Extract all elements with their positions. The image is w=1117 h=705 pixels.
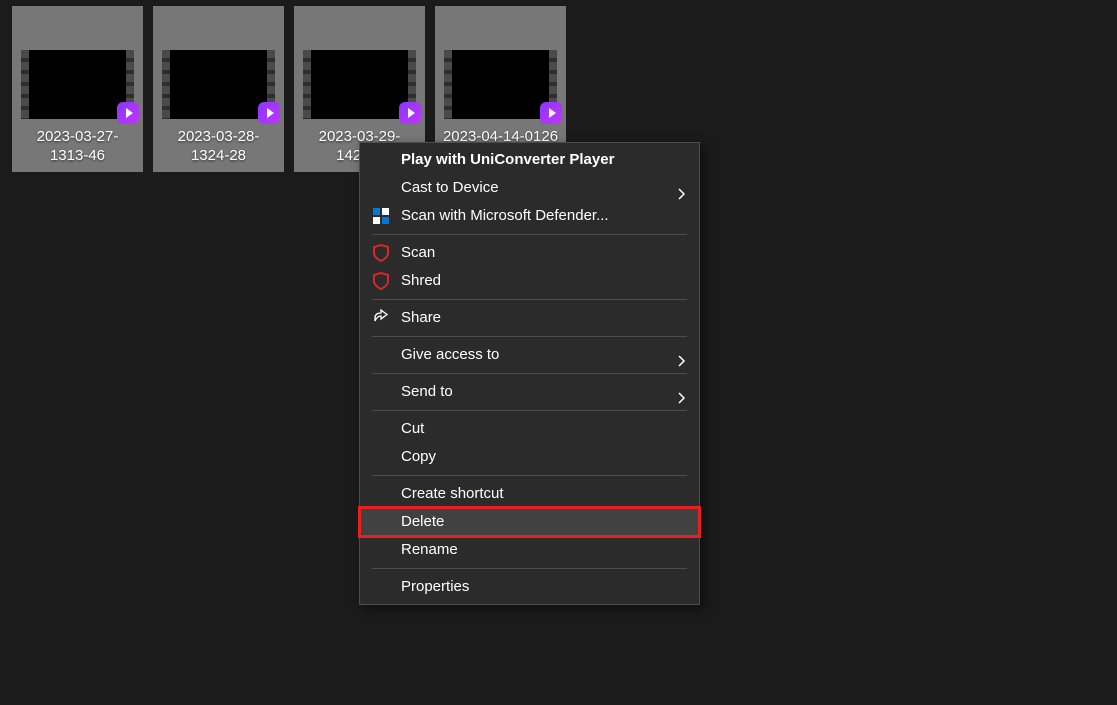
menu-label: Create shortcut bbox=[401, 485, 504, 502]
menu-item-play-uniconverter[interactable]: Play with UniConverter Player bbox=[360, 146, 699, 174]
menu-label: Cut bbox=[401, 420, 424, 437]
share-icon bbox=[372, 309, 390, 327]
menu-label: Copy bbox=[401, 448, 436, 465]
context-menu: Play with UniConverter Player Cast to De… bbox=[359, 142, 700, 605]
menu-label: Give access to bbox=[401, 346, 499, 363]
menu-label: Delete bbox=[401, 513, 444, 530]
menu-label: Scan bbox=[401, 244, 435, 261]
menu-item-cast-to-device[interactable]: Cast to Device bbox=[360, 174, 699, 202]
chevron-right-icon bbox=[677, 349, 687, 359]
file-label: 2023-03-28-1324-28 bbox=[159, 127, 279, 165]
video-thumbnail bbox=[162, 50, 275, 119]
menu-separator bbox=[372, 373, 687, 374]
play-icon bbox=[117, 102, 139, 124]
menu-label: Properties bbox=[401, 578, 469, 595]
menu-item-cut[interactable]: Cut bbox=[360, 415, 699, 443]
video-thumbnail bbox=[444, 50, 557, 119]
menu-label: Rename bbox=[401, 541, 458, 558]
play-icon bbox=[540, 102, 562, 124]
menu-item-share[interactable]: Share bbox=[360, 304, 699, 332]
menu-separator bbox=[372, 299, 687, 300]
menu-label: Cast to Device bbox=[401, 179, 499, 196]
file-label: 2023-03-27-1313-46 bbox=[18, 127, 138, 165]
menu-label: Share bbox=[401, 309, 441, 326]
menu-separator bbox=[372, 410, 687, 411]
menu-label: Scan with Microsoft Defender... bbox=[401, 207, 609, 224]
menu-label: Play with UniConverter Player bbox=[401, 151, 614, 168]
file-tile[interactable]: 2023-03-28-1324-28 bbox=[153, 6, 284, 172]
menu-item-delete[interactable]: Delete bbox=[360, 508, 699, 536]
video-thumbnail bbox=[303, 50, 416, 119]
menu-item-properties[interactable]: Properties bbox=[360, 573, 699, 601]
menu-item-scan-defender[interactable]: Scan with Microsoft Defender... bbox=[360, 202, 699, 230]
chevron-right-icon bbox=[677, 386, 687, 396]
mcafee-shield-icon bbox=[372, 272, 390, 290]
menu-item-copy[interactable]: Copy bbox=[360, 443, 699, 471]
mcafee-shield-icon bbox=[372, 244, 390, 262]
menu-separator bbox=[372, 568, 687, 569]
chevron-right-icon bbox=[677, 182, 687, 192]
file-tile[interactable]: 2023-03-27-1313-46 bbox=[12, 6, 143, 172]
menu-separator bbox=[372, 475, 687, 476]
menu-item-rename[interactable]: Rename bbox=[360, 536, 699, 564]
menu-item-create-shortcut[interactable]: Create shortcut bbox=[360, 480, 699, 508]
video-thumbnail bbox=[21, 50, 134, 119]
play-icon bbox=[258, 102, 280, 124]
menu-item-shred[interactable]: Shred bbox=[360, 267, 699, 295]
menu-label: Send to bbox=[401, 383, 453, 400]
menu-item-scan[interactable]: Scan bbox=[360, 239, 699, 267]
defender-shield-icon bbox=[372, 207, 390, 225]
play-icon bbox=[399, 102, 421, 124]
menu-item-send-to[interactable]: Send to bbox=[360, 378, 699, 406]
menu-label: Shred bbox=[401, 272, 441, 289]
menu-separator bbox=[372, 234, 687, 235]
menu-separator bbox=[372, 336, 687, 337]
menu-item-give-access-to[interactable]: Give access to bbox=[360, 341, 699, 369]
